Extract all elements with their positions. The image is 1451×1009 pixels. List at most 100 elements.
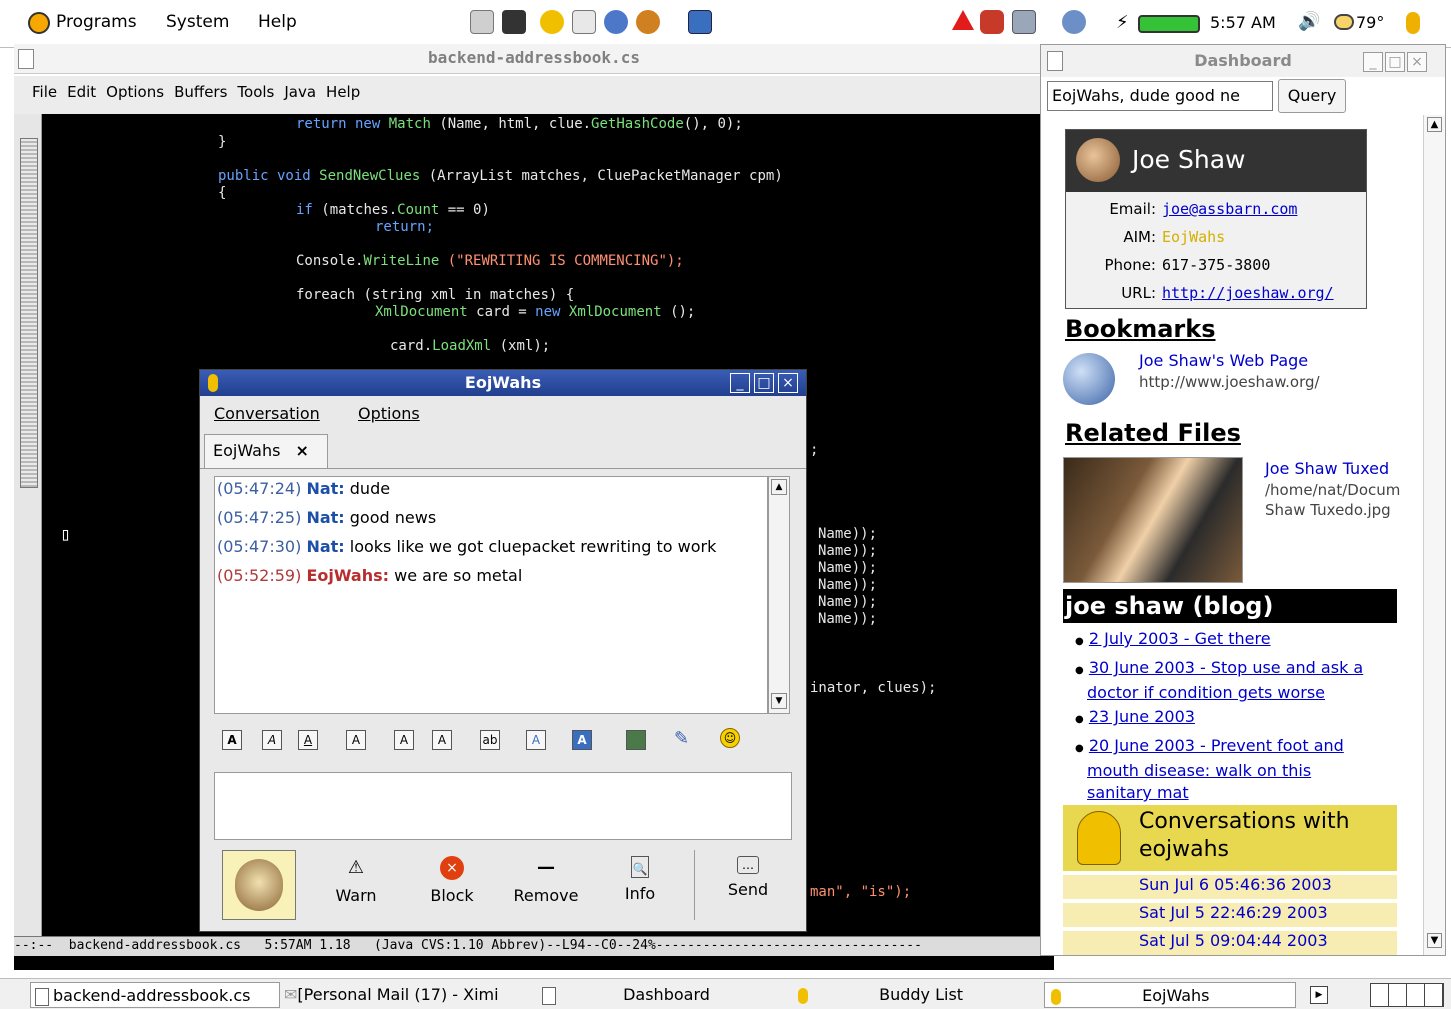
font-face-icon[interactable]: ab bbox=[480, 730, 500, 750]
system-menu[interactable]: System bbox=[166, 12, 229, 32]
globe-icon bbox=[1063, 353, 1115, 405]
printer-icon[interactable] bbox=[470, 10, 494, 34]
blog-entry[interactable]: ● 23 June 2003 bbox=[1075, 707, 1195, 726]
dashboard-window: Dashboard _ □ × EojWahs, dude good ne Qu… bbox=[1040, 44, 1446, 956]
menu-edit[interactable]: Edit bbox=[67, 83, 96, 101]
user-icon[interactable] bbox=[1406, 12, 1420, 34]
menu-file[interactable]: File bbox=[32, 83, 57, 101]
info-button[interactable]: 🔍 Info bbox=[600, 856, 680, 903]
message-log[interactable]: (05:47:24) Nat: dude (05:47:25) Nat: goo… bbox=[214, 476, 768, 714]
weather-icon[interactable] bbox=[1334, 14, 1354, 30]
maximize-button[interactable]: □ bbox=[754, 373, 774, 393]
task-buddy-list[interactable]: Buddy List bbox=[792, 982, 1042, 1008]
send-button[interactable]: … Send bbox=[708, 856, 788, 899]
task-dashboard[interactable]: Dashboard bbox=[538, 982, 788, 1008]
show-desktop-icon[interactable]: ▶ bbox=[1310, 986, 1328, 1004]
gear-icon[interactable] bbox=[636, 10, 660, 34]
menu-buffers[interactable]: Buffers bbox=[174, 83, 227, 101]
task-eojwahs[interactable]: EojWahs bbox=[1044, 982, 1296, 1008]
italic-icon[interactable]: A bbox=[262, 730, 282, 750]
temperature[interactable]: 79° bbox=[1356, 13, 1384, 32]
maximize-button[interactable]: □ bbox=[1385, 52, 1405, 72]
remove-button[interactable]: — Remove bbox=[506, 856, 586, 905]
dashboard-titlebar[interactable]: Dashboard _ □ × bbox=[1041, 45, 1445, 77]
chat-menubar: Conversation Options bbox=[200, 396, 806, 432]
menu-tools[interactable]: Tools bbox=[237, 83, 274, 101]
chat-message: (05:47:30) Nat: looks like we got cluepa… bbox=[217, 537, 717, 556]
conversation-item[interactable]: Sun Jul 6 05:46:36 2003 bbox=[1063, 875, 1397, 899]
related-file-name: Shaw Tuxedo.jpg bbox=[1265, 501, 1391, 519]
smiley-icon[interactable]: ☺ bbox=[720, 728, 740, 748]
scroll-up-arrow-icon[interactable]: ▲ bbox=[771, 479, 787, 495]
mail-alert-icon[interactable] bbox=[980, 10, 1004, 34]
task-mail[interactable]: ✉[Personal Mail (17) - Ximi bbox=[284, 982, 534, 1008]
help-menu[interactable]: Help bbox=[258, 12, 297, 32]
tab-strip-line bbox=[200, 468, 806, 469]
scroll-up-arrow-icon[interactable]: ▲ bbox=[1427, 117, 1442, 132]
message-log-scrollbar[interactable]: ▲ ▼ bbox=[768, 476, 790, 714]
normal-text-icon[interactable]: A bbox=[394, 730, 414, 750]
background-color-icon[interactable]: A bbox=[572, 730, 592, 750]
programs-menu[interactable]: Programs bbox=[56, 12, 137, 32]
bookmark-link[interactable]: Joe Shaw's Web Page bbox=[1139, 351, 1308, 370]
close-button[interactable]: × bbox=[1407, 52, 1427, 72]
scroll-down-arrow-icon[interactable]: ▼ bbox=[1427, 933, 1442, 948]
network-icon[interactable] bbox=[1012, 10, 1036, 34]
emacs-minibuffer[interactable] bbox=[14, 956, 1054, 970]
larger-text-icon[interactable]: A bbox=[346, 730, 366, 750]
buddy-avatar[interactable] bbox=[222, 850, 296, 920]
underline-icon[interactable]: A bbox=[298, 730, 318, 750]
emacs-titlebar[interactable]: backend-addressbook.cs bbox=[14, 44, 1054, 74]
warning-icon[interactable] bbox=[952, 10, 974, 30]
bookmark-url: http://www.joeshaw.org/ bbox=[1139, 373, 1320, 391]
related-file-link[interactable]: Joe Shaw Tuxed bbox=[1265, 459, 1389, 478]
query-input[interactable]: EojWahs, dude good ne bbox=[1047, 81, 1273, 111]
dashboard-scrollbar[interactable]: ▲ ▼ bbox=[1423, 115, 1445, 955]
menu-options[interactable]: Options bbox=[358, 404, 420, 423]
menu-help[interactable]: Help bbox=[326, 83, 360, 101]
bold-icon[interactable]: A bbox=[222, 730, 242, 750]
menu-conversation[interactable]: Conversation bbox=[214, 404, 320, 423]
code-line: { bbox=[218, 185, 227, 201]
terminal-icon[interactable] bbox=[502, 10, 526, 34]
emacs-scrollbar-thumb[interactable] bbox=[20, 138, 38, 488]
email-link[interactable]: joe@assbarn.com bbox=[1162, 200, 1297, 218]
minimize-button[interactable]: _ bbox=[1363, 52, 1383, 72]
workspace-switcher[interactable] bbox=[1370, 983, 1444, 1007]
foreground-color-icon[interactable]: A bbox=[526, 730, 546, 750]
scroll-down-arrow-icon[interactable]: ▼ bbox=[771, 693, 787, 709]
code-line: return; bbox=[375, 219, 435, 235]
close-button[interactable]: × bbox=[778, 373, 798, 393]
blog-entry[interactable]: ● 20 June 2003 - Prevent foot and mouth d… bbox=[1075, 735, 1344, 804]
message-input[interactable] bbox=[214, 772, 792, 840]
buddy-icon[interactable] bbox=[540, 10, 564, 34]
menu-java[interactable]: Java bbox=[284, 83, 316, 101]
writer-icon[interactable] bbox=[572, 10, 596, 34]
clock[interactable]: 5:57 AM bbox=[1210, 13, 1276, 32]
accessibility-icon[interactable] bbox=[688, 10, 712, 34]
globe-icon[interactable] bbox=[1062, 10, 1086, 34]
query-button[interactable]: Query bbox=[1278, 79, 1346, 113]
browser-icon[interactable] bbox=[604, 10, 628, 34]
minimize-button[interactable]: _ bbox=[730, 373, 750, 393]
block-button[interactable]: × Block bbox=[412, 856, 492, 905]
photo-thumbnail[interactable] bbox=[1063, 457, 1243, 583]
conversation-item[interactable]: Sat Jul 5 22:46:29 2003 bbox=[1063, 903, 1397, 927]
task-emacs[interactable]: backend-addressbook.cs bbox=[30, 982, 280, 1008]
insert-link-icon[interactable]: ✎ bbox=[674, 728, 689, 749]
foot-icon[interactable] bbox=[28, 12, 50, 34]
url-link[interactable]: http://joeshaw.org/ bbox=[1162, 284, 1334, 302]
volume-icon[interactable]: 🔊 bbox=[1298, 11, 1320, 32]
insert-image-icon[interactable] bbox=[626, 730, 646, 750]
tab-eojwahs[interactable]: EojWahs × bbox=[204, 434, 328, 468]
close-tab-icon[interactable]: × bbox=[296, 441, 309, 460]
smaller-text-icon[interactable]: A bbox=[432, 730, 452, 750]
chat-titlebar[interactable]: EojWahs _ □ × bbox=[200, 370, 806, 396]
menu-options[interactable]: Options bbox=[106, 83, 164, 101]
blog-entry[interactable]: ● 30 June 2003 - Stop use and ask a docto… bbox=[1075, 657, 1363, 704]
warn-button[interactable]: ⚠ Warn bbox=[316, 856, 396, 905]
code-line: Console.WriteLine ("REWRITING IS COMMENC… bbox=[296, 253, 684, 269]
conversation-item[interactable]: Sat Jul 5 09:04:44 2003 bbox=[1063, 931, 1397, 955]
blog-entry[interactable]: ● 2 July 2003 - Get there bbox=[1075, 629, 1271, 648]
battery-icon[interactable] bbox=[1138, 15, 1200, 33]
